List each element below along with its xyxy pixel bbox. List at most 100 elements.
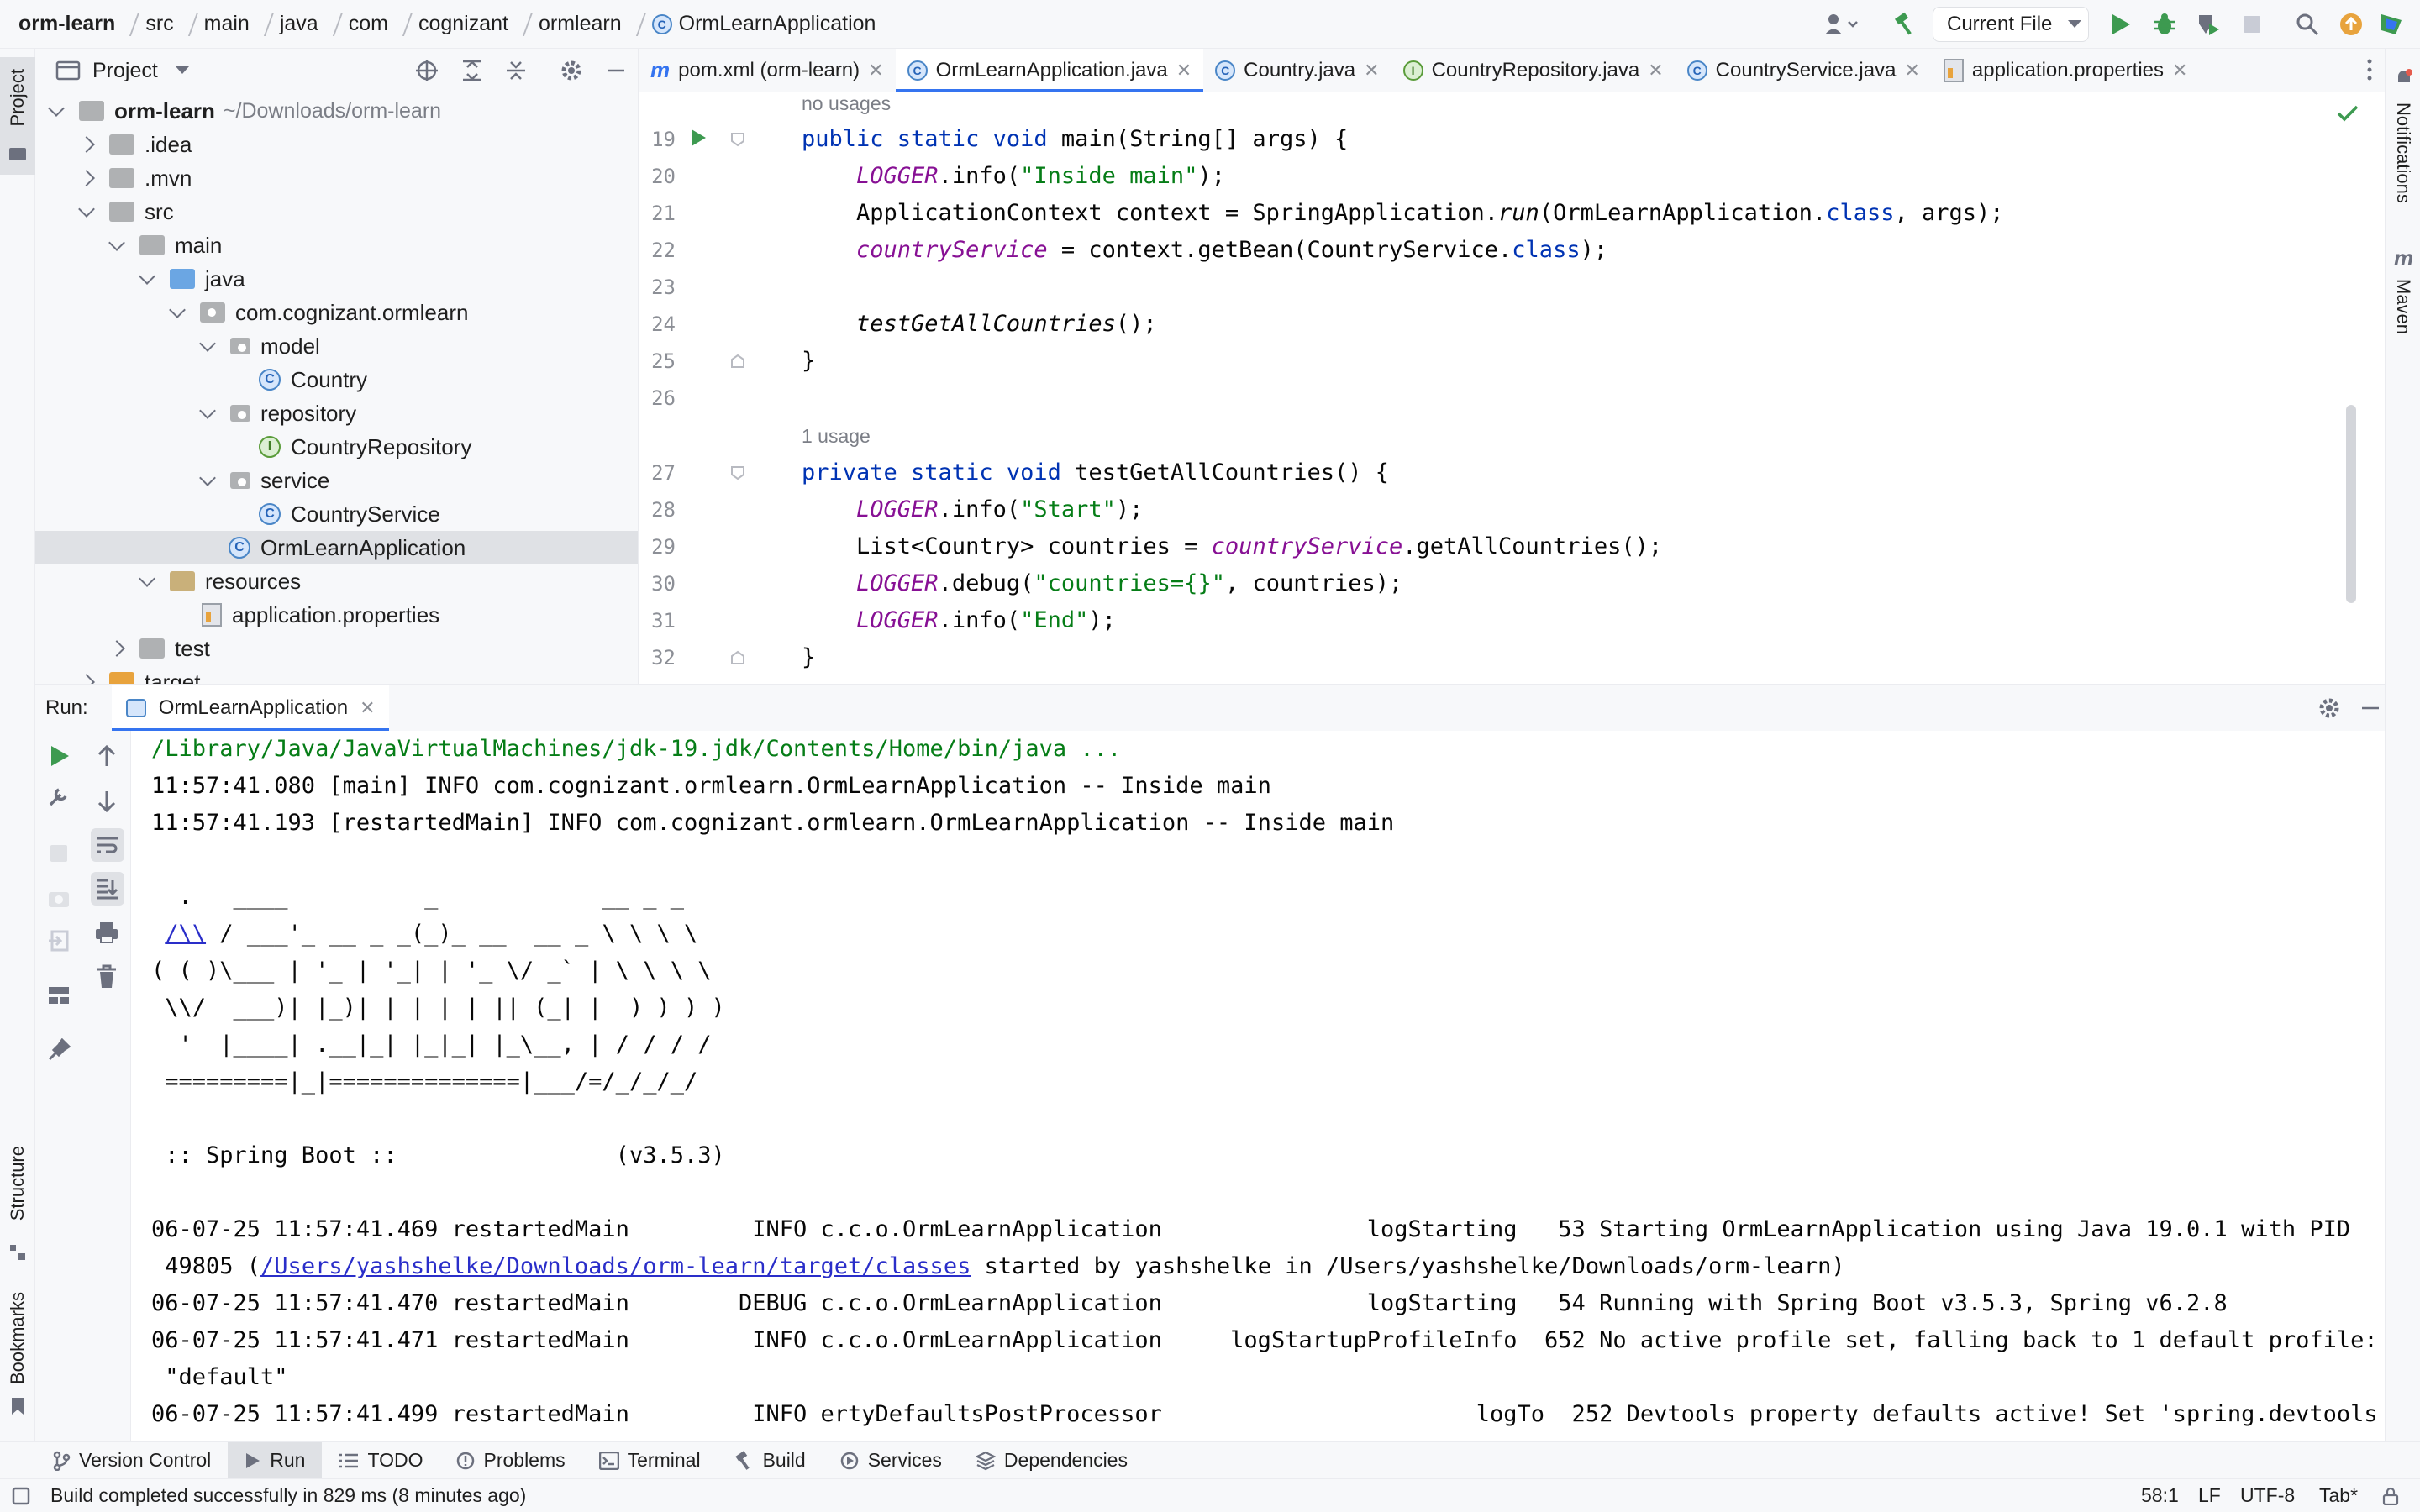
tree-item-service[interactable]: service: [35, 464, 638, 497]
tree-item-package-ormlearn[interactable]: com.cognizant.ormlearn: [35, 296, 638, 329]
tab-run-ormlearnapplication[interactable]: OrmLearnApplication ✕: [111, 684, 389, 732]
tree-item-java[interactable]: java: [35, 262, 638, 296]
tree-item-application-properties[interactable]: application.properties: [35, 598, 638, 632]
print-icon[interactable]: [94, 921, 119, 944]
close-icon[interactable]: ✕: [1904, 60, 1919, 81]
lock-icon[interactable]: [2381, 1487, 2400, 1505]
project-panel-title[interactable]: Project: [92, 59, 158, 83]
debug-icon[interactable]: [2148, 7, 2181, 42]
exit-icon[interactable]: [47, 929, 71, 953]
notifications-tool-button[interactable]: Notifications: [2386, 60, 2420, 262]
tool-window-version-control[interactable]: Version Control: [35, 1442, 228, 1479]
tab-countryrepository-java[interactable]: I CountryRepository.java ✕: [1392, 49, 1676, 92]
close-icon[interactable]: ✕: [1648, 60, 1663, 81]
minimize-icon[interactable]: [605, 59, 627, 82]
tool-window-build[interactable]: Build: [718, 1442, 823, 1479]
tree-item-resources[interactable]: resources: [35, 564, 638, 598]
gear-icon[interactable]: [2317, 696, 2341, 720]
tab-pom-xml[interactable]: m pom.xml (orm-learn) ✕: [639, 49, 896, 92]
tab-application-properties[interactable]: application.properties ✕: [1932, 49, 2200, 92]
code-editor[interactable]: no usages public static void main(String…: [756, 92, 2360, 684]
breadcrumb-item-src[interactable]: src: [145, 12, 173, 36]
scroll-to-end-toggle[interactable]: [91, 872, 124, 906]
updates-icon[interactable]: [2334, 7, 2368, 42]
status-message[interactable]: Build completed successfully in 829 ms (…: [50, 1484, 526, 1507]
usages-hint[interactable]: no usages: [802, 92, 891, 115]
minimize-icon[interactable]: [2360, 696, 2381, 720]
breadcrumb-item-cognizant[interactable]: cognizant: [418, 12, 508, 36]
arrow-up-icon[interactable]: [96, 744, 118, 768]
tree-item-target[interactable]: target: [35, 665, 638, 684]
run-console-output[interactable]: /Library/Java/JavaVirtualMachines/jdk-19…: [131, 731, 2385, 1441]
rerun-icon[interactable]: [49, 744, 71, 768]
console-line[interactable]: /Library/Java/JavaVirtualMachines/jdk-19…: [151, 736, 1121, 762]
tool-window-problems[interactable]: Problems: [439, 1442, 581, 1479]
indent-setting[interactable]: Tab*: [2319, 1484, 2358, 1507]
tree-item-orm-learn[interactable]: orm-learn ~/Downloads/orm-learn: [35, 94, 638, 128]
tree-item-idea[interactable]: .idea: [35, 128, 638, 161]
console-link[interactable]: /\\: [165, 921, 206, 947]
tree-item-ormlearnapplication[interactable]: C OrmLearnApplication: [35, 531, 638, 564]
tree-item-test[interactable]: test: [35, 632, 638, 665]
close-icon[interactable]: ✕: [360, 697, 375, 719]
search-icon[interactable]: [2291, 7, 2324, 42]
close-icon[interactable]: ✕: [868, 60, 883, 81]
run-gutter-icon[interactable]: [689, 128, 708, 148]
stop-icon[interactable]: [49, 843, 69, 864]
breadcrumb-item-class[interactable]: OrmLearnApplication: [679, 12, 876, 36]
coverage-icon[interactable]: [2191, 7, 2225, 42]
tool-window-run[interactable]: Run: [228, 1441, 323, 1479]
close-icon[interactable]: ✕: [1176, 60, 1192, 81]
project-tool-button[interactable]: Project: [0, 57, 35, 175]
bookmarks-tool-button[interactable]: Bookmarks: [0, 1292, 35, 1426]
soft-wrap-toggle[interactable]: [91, 828, 124, 862]
pin-icon[interactable]: [47, 1038, 71, 1062]
gear-icon[interactable]: [560, 59, 583, 82]
fold-icon[interactable]: [729, 465, 746, 481]
file-encoding[interactable]: UTF-8: [2240, 1484, 2295, 1507]
chevron-down-icon[interactable]: [175, 66, 190, 76]
close-icon[interactable]: ✕: [2172, 60, 2187, 81]
build-hammer-icon[interactable]: [1889, 7, 1923, 42]
tool-window-terminal[interactable]: Terminal: [582, 1442, 718, 1479]
stop-icon[interactable]: [2235, 7, 2269, 42]
fold-icon[interactable]: [729, 353, 746, 370]
close-icon[interactable]: ✕: [1364, 60, 1379, 81]
editor-scrollbar[interactable]: [2346, 405, 2356, 603]
tree-item-countryrepository[interactable]: I CountryRepository: [35, 430, 638, 464]
camera-icon[interactable]: [47, 887, 71, 909]
tool-window-todo[interactable]: TODO: [322, 1442, 439, 1479]
usages-hint[interactable]: 1 usage: [802, 425, 871, 448]
tree-item-repository[interactable]: repository: [35, 396, 638, 430]
breadcrumb-item-com[interactable]: com: [349, 12, 388, 36]
layout-icon[interactable]: [47, 984, 71, 1006]
breadcrumb-item-project[interactable]: orm-learn: [18, 12, 115, 36]
run-icon[interactable]: [2104, 7, 2138, 42]
locate-file-icon[interactable]: [415, 59, 439, 82]
collapse-all-icon[interactable]: [504, 59, 528, 82]
tree-item-src[interactable]: src: [35, 195, 638, 228]
expand-all-icon[interactable]: [460, 59, 484, 82]
tool-window-services[interactable]: Services: [823, 1442, 959, 1479]
tab-ormlearnapplication-java[interactable]: C OrmLearnApplication.java ✕: [895, 48, 1204, 92]
toggle-panels-icon[interactable]: [12, 1487, 30, 1505]
wrench-icon[interactable]: [47, 785, 71, 808]
tree-item-countryservice[interactable]: C CountryService: [35, 497, 638, 531]
breadcrumb-item-ormlearn[interactable]: ormlearn: [539, 12, 622, 36]
run-configuration-selector[interactable]: Current File: [1933, 7, 2089, 42]
trash-icon[interactable]: [96, 964, 118, 990]
breadcrumb-item-main[interactable]: main: [204, 12, 250, 36]
fold-icon[interactable]: [729, 649, 746, 666]
tree-item-model[interactable]: model: [35, 329, 638, 363]
tree-item-main[interactable]: main: [35, 228, 638, 262]
maven-tool-button[interactable]: m Maven: [2386, 242, 2420, 385]
user-icon[interactable]: [1817, 7, 1867, 42]
tree-item-mvn[interactable]: .mvn: [35, 161, 638, 195]
tab-country-java[interactable]: C Country.java ✕: [1203, 49, 1391, 92]
line-separator[interactable]: LF: [2198, 1484, 2221, 1507]
structure-tool-button[interactable]: Structure: [0, 1137, 35, 1263]
arrow-down-icon[interactable]: [96, 790, 118, 813]
tab-countryservice-java[interactable]: C CountryService.java ✕: [1676, 49, 1932, 92]
more-tabs-icon[interactable]: [2365, 57, 2375, 88]
fold-icon[interactable]: [729, 131, 746, 148]
